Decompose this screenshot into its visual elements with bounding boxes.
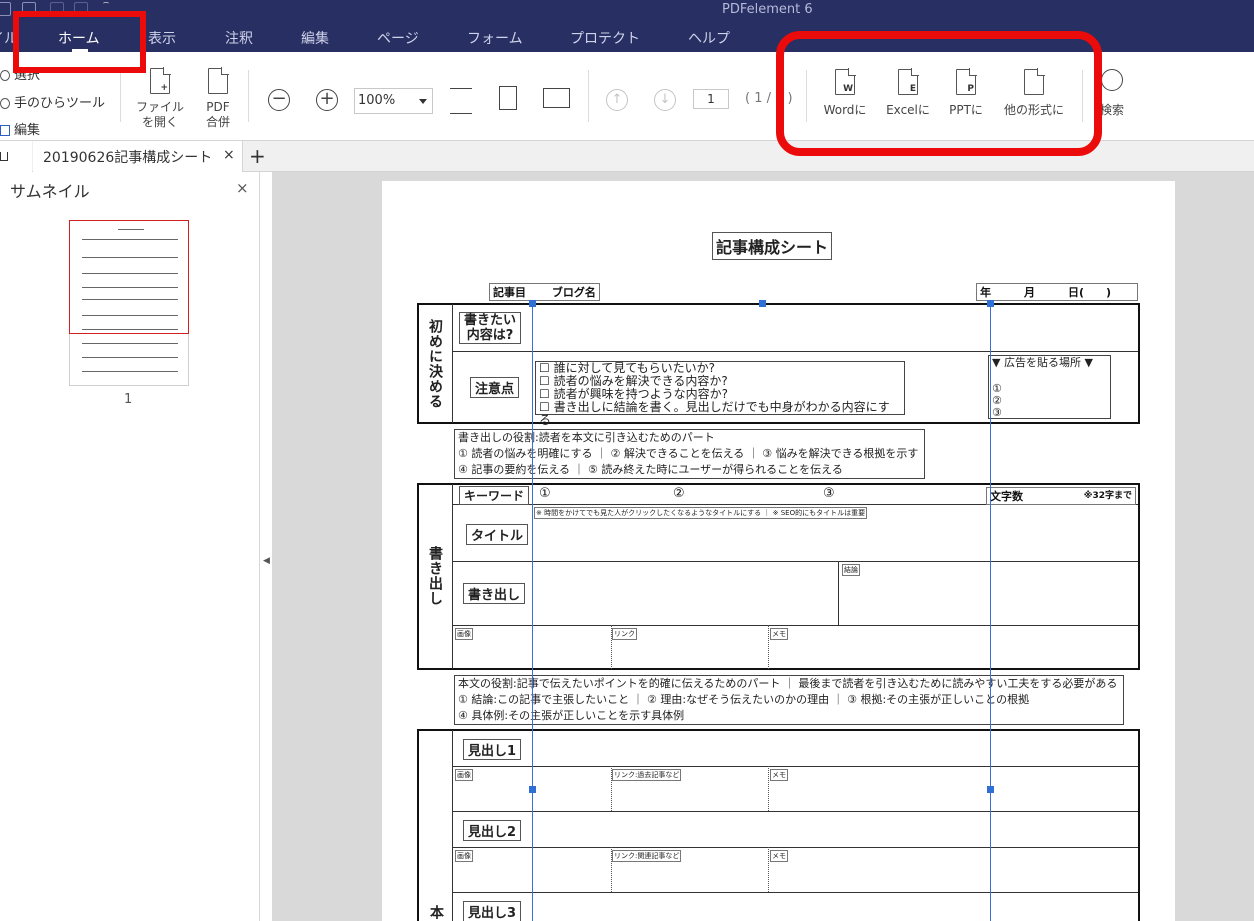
zoom-select[interactable]: 100% <box>354 88 433 114</box>
menu-protect[interactable]: プロテクト <box>570 28 640 48</box>
chevron-down-icon <box>419 99 427 104</box>
app-title: PDFelement 6 <box>722 2 813 17</box>
keyword-label: キーワード <box>459 486 530 505</box>
zoom-out-icon[interactable]: − <box>268 89 290 111</box>
h1-memo-label: メモ <box>770 769 788 781</box>
page-number-input[interactable]: 1 <box>693 89 729 109</box>
conclusion-label: 結論 <box>842 564 860 576</box>
pdf-page[interactable]: 記事構成シート 記事目 ブログ名 年 月 日( ) 初めに決める 書きたい 内容は… <box>382 181 1175 921</box>
file-add-icon: + <box>150 67 171 94</box>
h2-image-label: 画像 <box>455 850 473 862</box>
zoom-in-icon[interactable]: + <box>316 89 338 111</box>
image-label: 画像 <box>455 628 473 640</box>
close-tab-icon[interactable]: × <box>223 147 235 163</box>
selection-handle[interactable] <box>987 300 994 307</box>
char-count-box: 文字数 ※32字まで <box>986 487 1136 505</box>
hand-icon <box>0 98 10 109</box>
ad-placement-box: ▼ 広告を貼る場所 ▼ ① ② ③ <box>988 355 1111 419</box>
keyword-2: ② <box>673 486 685 501</box>
pencil-icon <box>0 125 10 136</box>
save-icon[interactable] <box>0 2 11 16</box>
selection-guide-left <box>532 303 533 921</box>
intro-role-box: 書き出しの役割:読者を本文に引き込むためのパート ① 読者の悩みを明確にする ｜… <box>454 429 925 479</box>
selection-handle[interactable] <box>759 300 766 307</box>
close-panel-icon[interactable]: × <box>236 179 249 197</box>
section1-label: 初めに決める <box>427 319 443 409</box>
thumbnail-viewport-box <box>69 220 189 334</box>
fit-width-icon[interactable] <box>450 88 472 114</box>
menu-form[interactable]: フォーム <box>467 28 523 48</box>
separator <box>248 70 249 122</box>
keyword-1: ① <box>539 486 551 501</box>
h1-link-label: リンク:過去記事など <box>612 769 682 781</box>
fit-page-icon[interactable] <box>499 86 517 110</box>
h2-memo-label: メモ <box>770 850 788 862</box>
hand-tool[interactable]: 手のひらツール <box>0 92 105 111</box>
separator <box>120 70 121 122</box>
home-icon <box>0 152 8 161</box>
open-file-button[interactable]: + ファイル を開く <box>132 67 188 130</box>
caution-list: ☐ 誰に対して見てもらいたいか? ☐ 読者の悩みを解決できる内容か? ☐ 読者が… <box>535 361 905 427</box>
panel-title: サムネイル <box>10 182 90 201</box>
menu-view[interactable]: 表示 <box>148 28 176 48</box>
menu-annotate[interactable]: 注釈 <box>225 28 253 48</box>
page-thumbnail[interactable] <box>69 220 189 386</box>
doc-date-right: 年 月 日( ) <box>976 283 1138 301</box>
highlight-home-menu <box>13 11 146 73</box>
search-icon <box>1101 69 1123 91</box>
body-role-box: 本文の役割:記事で伝えたいポイントを的確に伝えるためのパート ｜ 最後まで読者を… <box>454 675 1124 725</box>
keyword-3: ③ <box>823 486 835 501</box>
heading1-label: 見出し1 <box>463 739 522 760</box>
add-tab-icon[interactable]: + <box>249 144 266 168</box>
section3-label: 本 <box>428 905 444 920</box>
caution-label: 注意点 <box>470 377 520 398</box>
doc-title: 記事構成シート <box>712 232 833 260</box>
h2-link-label: リンク:関連記事など <box>612 850 682 862</box>
heading3-label: 見出し3 <box>463 901 522 921</box>
slideshow-icon[interactable] <box>543 88 570 108</box>
title-note: ※ 時間をかけてでも見た人がクリックしたくなるようなタイトルにする ｜ ※ SE… <box>534 507 868 519</box>
edit-tool[interactable]: 編集 <box>0 119 40 138</box>
menu-page[interactable]: ページ <box>377 28 419 48</box>
link-label: リンク <box>612 628 637 640</box>
menu-help[interactable]: ヘルプ <box>688 28 730 48</box>
selection-guide-right <box>990 303 991 921</box>
collapse-panel-icon[interactable]: ◀ <box>263 556 270 566</box>
separator <box>588 70 589 122</box>
section2-label: 書き出し <box>427 546 443 606</box>
selection-handle[interactable] <box>529 786 536 793</box>
thumbnail-panel: サムネイル × 1 <box>0 172 260 921</box>
home-tab[interactable] <box>0 141 32 172</box>
title-label: タイトル <box>466 524 529 545</box>
thumbnail-page-number: 1 <box>124 392 133 407</box>
document-tab[interactable]: 20190626記事構成シート <box>33 141 243 172</box>
highlight-convert-buttons <box>776 31 1102 156</box>
selection-handle[interactable] <box>529 300 536 307</box>
memo-label: メモ <box>770 628 788 640</box>
previous-page-icon[interactable]: ↑ <box>606 89 628 111</box>
cursor-icon <box>0 70 10 81</box>
pdf-merge-icon <box>208 67 229 94</box>
heading2-label: 見出し2 <box>463 820 522 841</box>
pdf-merge-button[interactable]: PDF 合併 <box>195 67 241 130</box>
selection-handle[interactable] <box>987 786 994 793</box>
menu-edit[interactable]: 編集 <box>301 28 329 48</box>
write-what-label: 書きたい 内容は? <box>459 312 522 344</box>
h1-image-label: 画像 <box>455 769 473 781</box>
doc-date-field: 記事目 ブログ名 <box>489 283 600 301</box>
lead-label: 書き出し <box>463 583 526 604</box>
next-page-icon[interactable]: ↓ <box>654 89 676 111</box>
